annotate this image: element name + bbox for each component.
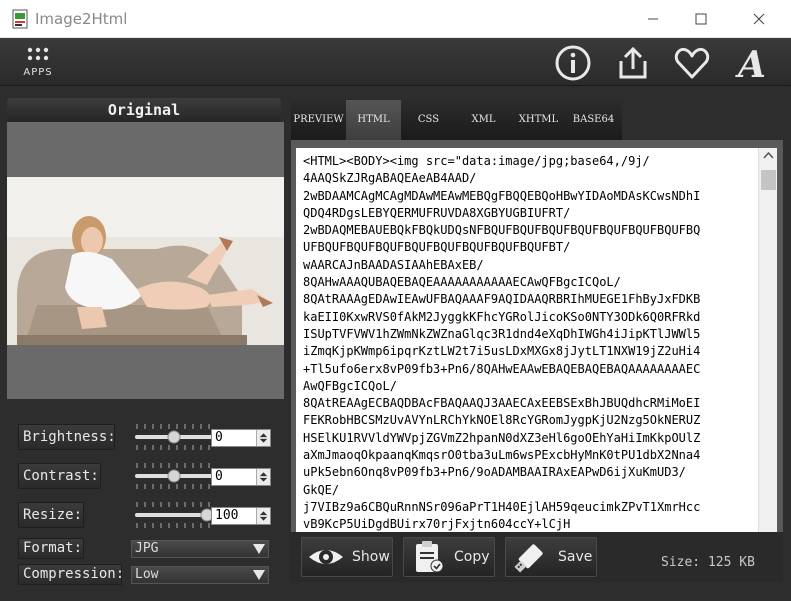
vertical-scrollbar[interactable]	[758, 148, 777, 573]
eye-icon	[309, 550, 343, 564]
tab-xml[interactable]: XML	[456, 100, 511, 140]
apps-label: APPS	[23, 67, 53, 78]
code-line: aXmJmaoqOkpaanqKmqsrO0tba3uLm6wsPExcbHyM…	[303, 448, 701, 463]
code-line: iZmqKjpKWmp6ipqrKztLW2t7i5usLDxMXGx8jJyt…	[303, 344, 701, 359]
code-line: j7VIBz9a6CBQuRnnNSr096aPrT1H40EjlAH59qeu…	[303, 499, 701, 514]
file-size-text: Size: 125 KB	[661, 555, 755, 570]
brightness-value: 0	[215, 430, 223, 445]
copy-label: Copy	[454, 549, 490, 565]
tab-css[interactable]: CSS	[401, 100, 456, 140]
title-bar: Image2Html	[0, 0, 791, 38]
code-content: <HTML><BODY><img src="data:image/jpg;bas…	[303, 153, 755, 551]
code-line: +Tl5ufo6erx8vP09fb3+Pn6/8QAHwEAAwEBAQEBA…	[303, 361, 701, 376]
code-line: 8QAtRAAAgEDAwIEAwUFBAQAAAF9AQIDAAQRBRIhM…	[303, 292, 701, 307]
resize-value: 100	[215, 508, 239, 523]
code-line: ISUpTVFVWV1hZWmNkZWZnaGlqc3R1dnd4eXqDhIW…	[303, 326, 701, 341]
app-body: APPS A Original Brightness: 0 Contrast: …	[0, 38, 791, 601]
heart-icon[interactable]	[672, 44, 712, 82]
svg-text:A: A	[735, 44, 766, 82]
brightness-slider[interactable]	[135, 422, 213, 452]
code-line: 8QAtREAAgECBAQDBAcFBAQAAQJ3AAECAxEEBSExB…	[303, 396, 701, 411]
window-title: Image2Html	[35, 10, 128, 28]
compression-label: Compression:	[18, 564, 124, 585]
minimize-icon	[648, 18, 658, 20]
usb-drive-icon	[514, 544, 543, 573]
copy-button[interactable]: Copy	[403, 537, 495, 577]
contrast-slider[interactable]	[135, 461, 213, 491]
code-line: wAARCAJnBAADASIAAhEBAxEB/	[303, 257, 484, 272]
output-tabs: PREVIEW HTML CSS XML XHTML BASE64	[291, 100, 622, 140]
scroll-up-icon[interactable]	[759, 148, 777, 164]
font-icon[interactable]: A	[732, 44, 772, 82]
brightness-label: Brightness:	[18, 424, 116, 450]
chevron-down-icon	[253, 570, 265, 580]
share-icon[interactable]	[613, 44, 653, 82]
code-line: HSElKU1RVVldYWVpjZGVmZ2hpanN0dXZ3eHl6goO…	[303, 430, 701, 445]
code-line: GkQE/	[303, 482, 340, 497]
tab-html[interactable]: HTML	[346, 100, 401, 140]
close-icon	[753, 13, 765, 25]
format-label: Format:	[18, 538, 84, 559]
code-line: vB9KcP5UiDgdBUirx70rjFxjtn604ccY+lCjH	[303, 517, 571, 532]
apps-button[interactable]: APPS	[18, 44, 58, 82]
minimize-button[interactable]	[630, 0, 676, 38]
code-line: kaEII0KxwRVS0fAkM2JyggkKFhcYGRolJicoKSo0…	[303, 309, 701, 324]
format-select[interactable]: JPG	[131, 540, 269, 558]
code-line: <HTML><BODY><img src="data:image/jpg;bas…	[303, 154, 650, 168]
contrast-spin-icon[interactable]	[256, 469, 270, 485]
info-icon[interactable]	[553, 44, 593, 82]
toolbar: APPS A	[0, 38, 791, 86]
code-line: FEKRobHBCSMzUvAVYnLRChYkNOEl8RcYGRomJygp…	[303, 413, 701, 428]
code-line: AwQFBgcICQoL/	[303, 378, 397, 393]
code-line: 8QAHwAAAQUBAQEBAQEAAAAAAAAAAAECAwQFBgcIC…	[303, 275, 621, 290]
brightness-spin-icon[interactable]	[256, 430, 270, 446]
tab-xhtml[interactable]: XHTML	[511, 100, 566, 140]
save-button[interactable]: Save	[505, 537, 597, 577]
brightness-input[interactable]: 0	[211, 429, 271, 447]
format-value: JPG	[135, 541, 159, 556]
contrast-value: 0	[215, 469, 223, 484]
show-button[interactable]: Show	[301, 537, 393, 577]
code-line: 2wBDAAMCAgMCAgMDAwMEAwMEBQgFBQQEBQoHBwYI…	[303, 188, 701, 203]
contrast-label: Contrast:	[18, 463, 101, 489]
app-icon	[12, 9, 28, 29]
code-line: UFBQUFBQUFBQUFBQUFBQUFBQUFBQUFBQUFBT/	[303, 240, 571, 255]
maximize-icon	[695, 13, 707, 25]
maximize-button[interactable]	[678, 0, 724, 38]
tab-base64[interactable]: BASE64	[566, 100, 621, 140]
apps-grid-icon	[27, 47, 49, 61]
resize-label: Resize:	[18, 502, 84, 528]
code-line: 4AAQSkZJRgABAQEAeAB4AAD/	[303, 171, 477, 186]
original-title: Original	[7, 98, 281, 122]
close-button[interactable]	[736, 0, 782, 38]
resize-input[interactable]: 100	[211, 507, 271, 525]
code-line: uPk5ebn6Onq8vP09fb3+Pn6/9oADAMBAAIRAxEAP…	[303, 465, 686, 480]
scrollbar-thumb[interactable]	[761, 170, 776, 190]
clipboard-icon	[416, 541, 444, 573]
code-line: QDQ4RDgsLEBYQERMUFRUVDA8XGBYUGBIUFRT/	[303, 205, 571, 220]
compression-value: Low	[135, 567, 159, 582]
contrast-input[interactable]: 0	[211, 468, 271, 486]
compression-select[interactable]: Low	[131, 566, 269, 584]
original-preview	[7, 122, 284, 399]
resize-slider[interactable]	[135, 500, 213, 530]
show-label: Show	[352, 549, 390, 565]
preview-photo	[7, 177, 284, 345]
code-textarea[interactable]: <HTML><BODY><img src="data:image/jpg;bas…	[296, 148, 777, 573]
chevron-down-icon	[253, 544, 265, 554]
tab-preview[interactable]: PREVIEW	[291, 100, 346, 140]
resize-spin-icon[interactable]	[256, 508, 270, 524]
save-label: Save	[558, 549, 593, 565]
code-line: 2wBDAQMEBAUEBQkFBQkUDQsNFBQUFBQUFBQUFBQU…	[303, 223, 701, 238]
